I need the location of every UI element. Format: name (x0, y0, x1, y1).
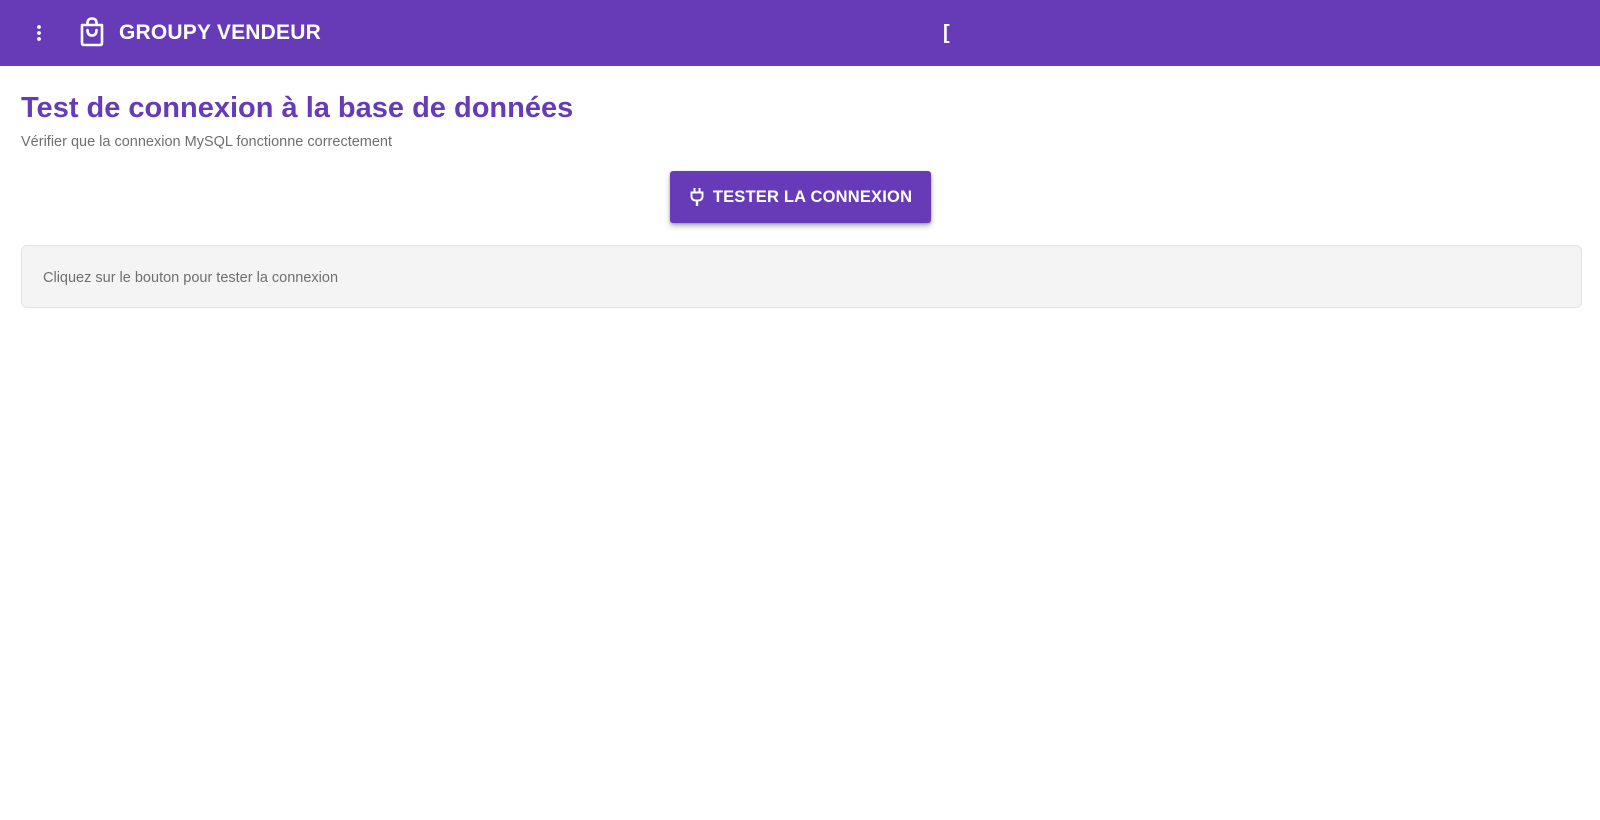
header-bracket-text: [ (943, 22, 950, 44)
more-vert-icon[interactable] (24, 17, 54, 49)
test-connection-button[interactable]: TESTER LA CONNEXION (670, 171, 931, 223)
result-panel: Cliquez sur le bouton pour tester la con… (21, 245, 1582, 308)
app-title: GROUPY VENDEUR (119, 21, 321, 44)
page-subtitle: Vérifier que la connexion MySQL fonction… (21, 134, 393, 150)
page-title: Test de connexion à la base de données (21, 92, 574, 124)
plug-icon (689, 187, 705, 207)
test-connection-label: TESTER LA CONNEXION (712, 187, 913, 206)
shopping-bag-icon (77, 16, 107, 48)
app-bar: GROUPY VENDEUR [ (0, 0, 1600, 66)
result-message: Cliquez sur le bouton pour tester la con… (43, 270, 339, 286)
